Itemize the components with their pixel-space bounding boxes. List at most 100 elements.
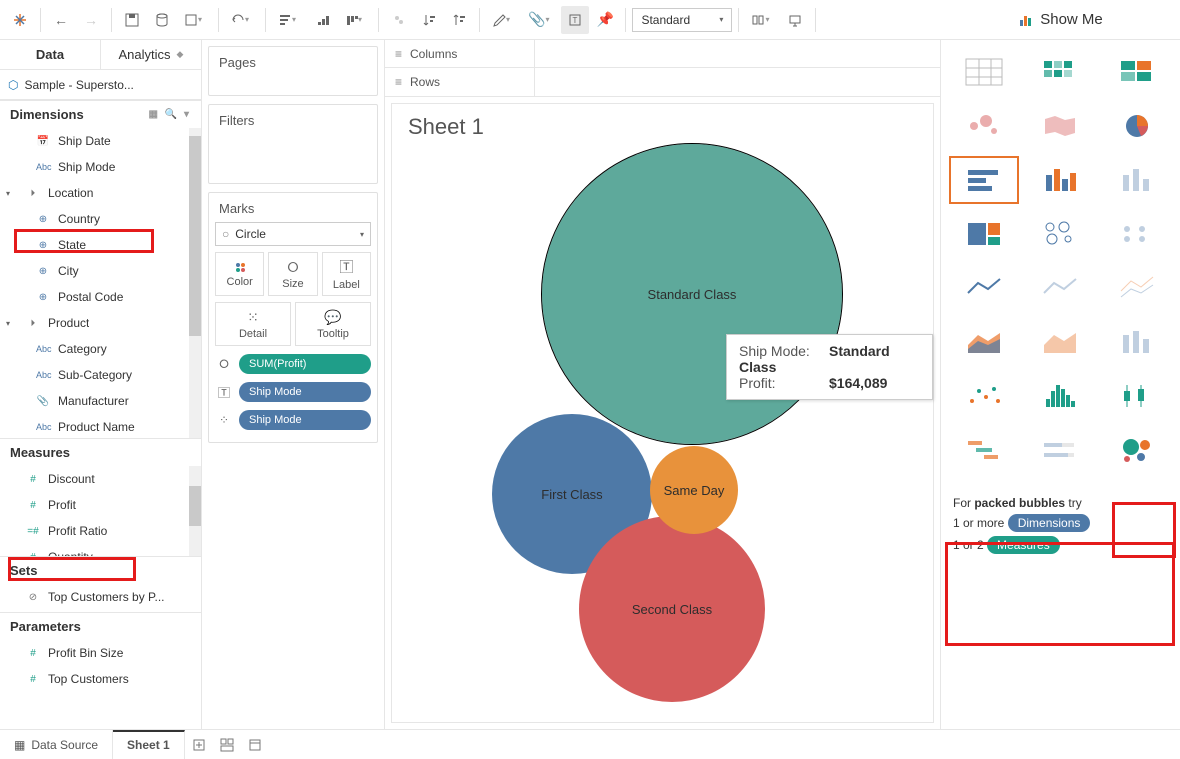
undo-icon[interactable]: ▾	[225, 6, 259, 34]
rows-shelf[interactable]: ≡Rows	[385, 68, 940, 96]
dimension-items: 📅Ship DateAbcShip Mode▾🞂Location⊕Country…	[0, 128, 201, 438]
workspace: ≡Columns ≡Rows Sheet 1 Standard ClassFir…	[384, 40, 940, 729]
sort-desc-icon[interactable]: ▾	[338, 6, 372, 34]
field-state[interactable]: ⊕State	[0, 232, 201, 258]
measures-header: Measures	[0, 438, 201, 466]
showme-scatter[interactable]	[949, 372, 1019, 420]
bubble-same-day[interactable]: Same Day	[650, 446, 738, 534]
showme-line1[interactable]	[949, 264, 1019, 312]
field-profit-ratio[interactable]: =#Profit Ratio	[0, 518, 201, 544]
pill-ship-mode[interactable]: ⁘Ship Mode	[215, 408, 371, 432]
dimensions-tools[interactable]: ▦ 🔍 ▾	[149, 109, 191, 120]
tab-data[interactable]: Data	[0, 40, 100, 69]
showme-vbar2[interactable]	[1102, 156, 1172, 204]
showme-area1[interactable]	[949, 318, 1019, 366]
field-ship-date[interactable]: 📅Ship Date	[0, 128, 201, 154]
field-sub-category[interactable]: AbcSub-Category	[0, 362, 201, 388]
attach-icon[interactable]: 📎▾	[522, 6, 559, 34]
pill-ship-mode[interactable]: 🅃Ship Mode	[215, 380, 371, 404]
tooltip: Ship Mode:Standard Class Profit:$164,089	[726, 334, 933, 400]
field-manufacturer[interactable]: 📎Manufacturer	[0, 388, 201, 414]
field-discount[interactable]: #Discount	[0, 466, 201, 492]
pages-shelf[interactable]: Pages	[208, 46, 378, 96]
fit-label: Standard	[641, 13, 690, 27]
back-icon[interactable]: ←	[47, 6, 75, 34]
present-icon[interactable]	[781, 6, 809, 34]
field-category[interactable]: AbcCategory	[0, 336, 201, 362]
shelf-column: Pages Filters Marks ○Circle▾ Color ⭘Size…	[202, 40, 384, 729]
marks-detail[interactable]: ⁙Detail	[215, 302, 291, 346]
showme-pie[interactable]	[1102, 102, 1172, 150]
showme-hist[interactable]	[1025, 372, 1095, 420]
showme-area3[interactable]	[1102, 318, 1172, 366]
field-product-name[interactable]: AbcProduct Name	[0, 414, 201, 438]
showme-tree[interactable]	[949, 210, 1019, 258]
showme-bullet[interactable]	[1025, 426, 1095, 474]
field-top-customers[interactable]: #Top Customers	[0, 666, 201, 692]
scrollbar[interactable]	[189, 466, 201, 556]
showme-line3[interactable]	[1102, 264, 1172, 312]
showme-line2[interactable]	[1025, 264, 1095, 312]
new-dashboard-button[interactable]	[213, 730, 241, 759]
field-city[interactable]: ⊕City	[0, 258, 201, 284]
showme-highlight[interactable]	[1102, 48, 1172, 96]
marks-label[interactable]: 🅃Label	[322, 252, 371, 296]
field-postal-code[interactable]: ⊕Postal Code	[0, 284, 201, 310]
marks-size[interactable]: ⭘Size	[268, 252, 317, 296]
showme-heat[interactable]	[1025, 48, 1095, 96]
showme-table[interactable]	[949, 48, 1019, 96]
showme-hbar[interactable]	[949, 156, 1019, 204]
sort-d-icon[interactable]	[445, 6, 473, 34]
field-profit[interactable]: #Profit	[0, 492, 201, 518]
columns-shelf[interactable]: ≡Columns	[385, 40, 940, 68]
field-top-customers-by-p-[interactable]: ⊘Top Customers by P...	[0, 584, 201, 610]
showme-map1[interactable]	[949, 102, 1019, 150]
highlight-icon[interactable]: ▾	[486, 6, 520, 34]
showme-sbs[interactable]	[1102, 210, 1172, 258]
logo-icon[interactable]	[6, 6, 34, 34]
field-quantity[interactable]: #Quantity	[0, 544, 201, 556]
showme-vbar[interactable]	[1025, 156, 1095, 204]
showme-map2[interactable]	[1025, 102, 1095, 150]
pin-icon[interactable]: 📌	[591, 6, 619, 34]
filters-shelf[interactable]: Filters	[208, 104, 378, 184]
datasource-tab[interactable]: ▦Data Source	[0, 730, 113, 759]
new-story-button[interactable]	[241, 730, 269, 759]
swap-icon[interactable]: ▾	[272, 6, 306, 34]
bubble-second-class[interactable]: Second Class	[579, 516, 765, 702]
sheet-tab[interactable]: Sheet 1	[113, 730, 185, 759]
fit-dropdown[interactable]: Standard▾	[632, 8, 732, 32]
group-icon[interactable]	[385, 6, 413, 34]
field-country[interactable]: ⊕Country	[0, 206, 201, 232]
showme-area2[interactable]	[1025, 318, 1095, 366]
showme-bubble[interactable]	[1102, 426, 1172, 474]
field-profit-bin-size[interactable]: #Profit Bin Size	[0, 640, 201, 666]
new-sheet-icon[interactable]: ▾	[178, 6, 212, 34]
labels-icon[interactable]: T	[561, 6, 589, 34]
cards-icon[interactable]: ▾	[745, 6, 779, 34]
datasource-label: Sample - Supersto...	[24, 78, 133, 92]
sort-asc-icon[interactable]	[308, 6, 336, 34]
showme-box[interactable]	[1102, 372, 1172, 420]
marks-tooltip[interactable]: 💬Tooltip	[295, 302, 371, 346]
pill-sum-profit-[interactable]: ⭘SUM(Profit)	[215, 352, 371, 376]
field-product[interactable]: ▾🞂Product	[0, 310, 201, 336]
showme-circle[interactable]	[1025, 210, 1095, 258]
mark-type-dropdown[interactable]: ○Circle▾	[215, 222, 371, 246]
scrollbar[interactable]	[189, 128, 201, 438]
new-worksheet-button[interactable]	[185, 730, 213, 759]
dimensions-header: Dimensions ▦ 🔍 ▾	[0, 100, 201, 128]
datasource-row[interactable]: ⬡ Sample - Supersto...	[0, 70, 201, 100]
parameters-list: #Profit Bin Size#Top Customers	[0, 640, 201, 692]
field-location[interactable]: ▾🞂Location	[0, 180, 201, 206]
sort-a-icon[interactable]	[415, 6, 443, 34]
marks-color[interactable]: Color	[215, 252, 264, 296]
tab-analytics[interactable]: Analytics◆	[100, 40, 201, 69]
save-icon[interactable]	[118, 6, 146, 34]
showme-gantt[interactable]	[949, 426, 1019, 474]
showme-header[interactable]: Show Me	[941, 0, 1180, 40]
forward-icon[interactable]: →	[77, 6, 105, 34]
viz-canvas[interactable]: Sheet 1 Standard ClassFirst ClassSecond …	[391, 103, 934, 723]
field-ship-mode[interactable]: AbcShip Mode	[0, 154, 201, 180]
new-datasource-icon[interactable]	[148, 6, 176, 34]
